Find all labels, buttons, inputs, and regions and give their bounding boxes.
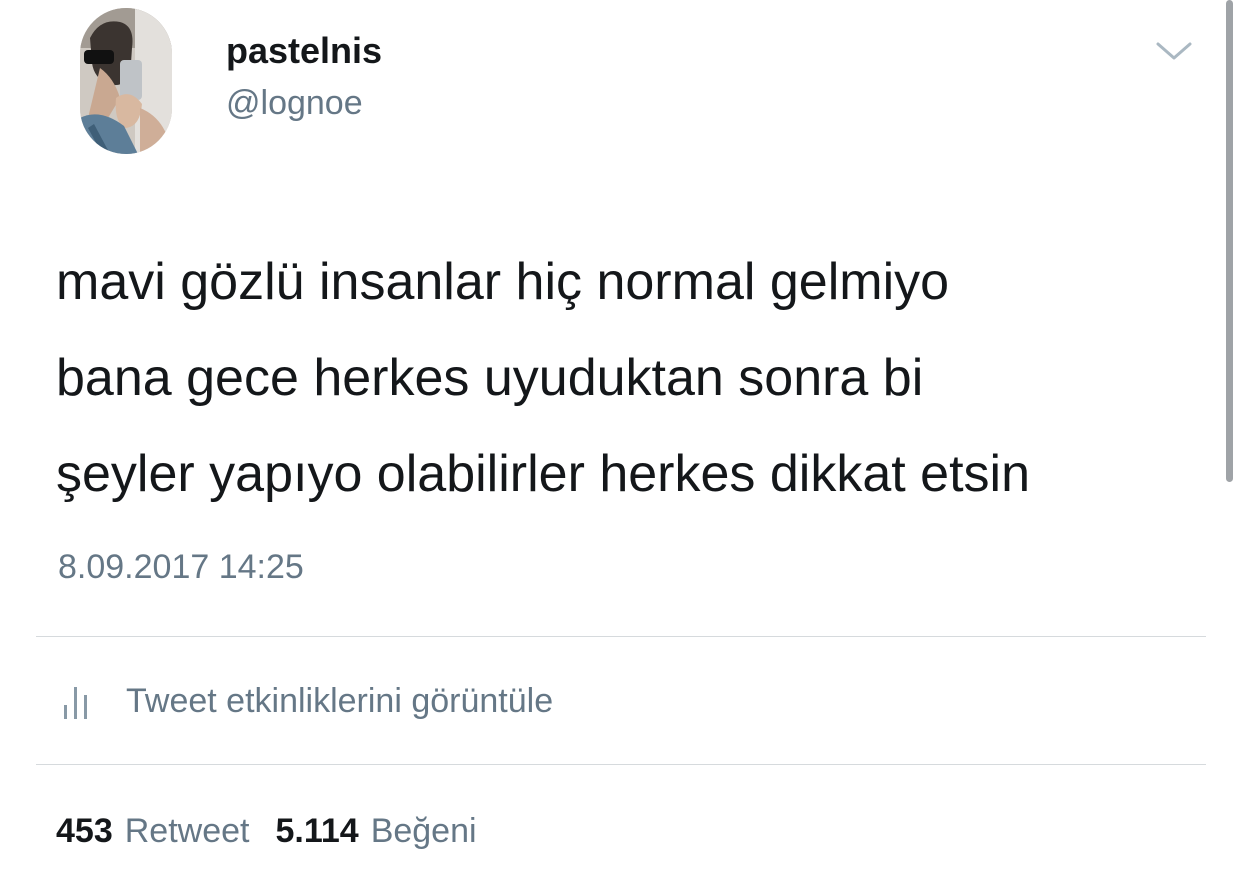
chevron-down-icon[interactable] <box>1152 36 1196 66</box>
divider <box>36 764 1206 765</box>
avatar-photo <box>80 8 172 154</box>
tweet-activity-link[interactable]: Tweet etkinliklerini görüntüle <box>62 674 553 728</box>
tweet-stats: 453 Retweet 5.114 Beğeni <box>56 812 477 851</box>
like-label: Beğeni <box>370 812 477 850</box>
retweet-stat[interactable]: 453 Retweet <box>56 812 249 851</box>
like-stat[interactable]: 5.114 Beğeni <box>275 812 476 851</box>
tweet-text: mavi gözlü insanlar hiç normal gelmiyo b… <box>56 234 1206 522</box>
tweet-activity-label: Tweet etkinliklerini görüntüle <box>126 681 554 720</box>
like-count: 5.114 <box>275 812 359 850</box>
retweet-label: Retweet <box>124 812 250 850</box>
analytics-bars-icon <box>64 687 87 719</box>
tweet-timestamp[interactable]: 8.09.2017 14:25 <box>58 548 304 587</box>
divider <box>36 636 1206 637</box>
author-display-name[interactable]: pastelnis <box>226 30 382 72</box>
author-handle[interactable]: @lognoe <box>226 84 363 123</box>
avatar[interactable] <box>80 8 172 154</box>
tweet-text-line: mavi gözlü insanlar hiç normal gelmiyo <box>56 253 950 311</box>
retweet-count: 453 <box>56 812 113 850</box>
tweet-text-line: bana gece herkes uyuduktan sonra bi <box>56 349 924 407</box>
tweet-text-line: şeyler yapıyo olabilirler herkes dikkat … <box>56 445 1030 503</box>
scrollbar[interactable] <box>1226 0 1233 482</box>
